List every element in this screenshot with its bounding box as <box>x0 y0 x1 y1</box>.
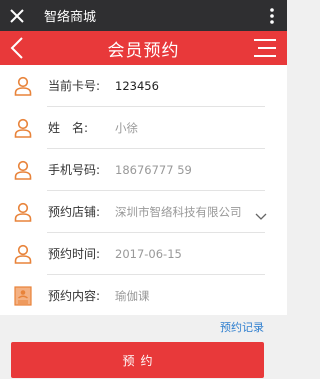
person-icon <box>0 233 45 275</box>
close-icon[interactable] <box>0 0 34 31</box>
person-icon <box>0 107 45 149</box>
back-arrow-icon[interactable] <box>4 35 30 61</box>
menu-icon[interactable] <box>253 38 277 58</box>
time-label: 预约时间: <box>48 247 101 262</box>
name-row: 姓 名: 小徐 <box>0 107 287 149</box>
submit-button[interactable]: 预约 <box>11 342 264 378</box>
time-input[interactable]: 2017-06-15 <box>115 247 287 261</box>
name-input[interactable]: 小徐 <box>115 120 287 136</box>
browser-title: 智络商城 <box>44 10 97 25</box>
more-options-icon[interactable] <box>257 0 287 31</box>
phone-label: 手机号码: <box>48 163 101 178</box>
chevron-down-icon[interactable] <box>255 206 267 225</box>
appointment-form: 当前卡号: 123456 姓 名: 小徐 手机号码: 18676777 59 预… <box>0 65 287 315</box>
page-title: 会员预约 <box>107 40 180 61</box>
content-input[interactable]: 瑜伽课 <box>115 288 287 304</box>
content-label: 预约内容: <box>48 289 101 304</box>
store-row: 预约店铺: 深圳市智络科技有限公司 <box>0 191 287 233</box>
phone-input[interactable]: 18676777 59 <box>115 163 287 177</box>
card-number-label: 当前卡号: <box>48 79 101 94</box>
wechat-top-bar: 智络商城 <box>0 0 287 31</box>
store-select[interactable]: 深圳市智络科技有限公司 <box>115 204 245 220</box>
card-number-value: 123456 <box>115 78 159 93</box>
time-row: 预约时间: 2017-06-15 <box>0 233 287 275</box>
card-number-row: 当前卡号: 123456 <box>0 65 287 107</box>
phone-row: 手机号码: 18676777 59 <box>0 149 287 191</box>
page-header: 会员预约 <box>0 31 287 65</box>
content-row: 预约内容: 瑜伽课 <box>0 275 287 317</box>
store-label: 预约店铺: <box>48 205 101 220</box>
person-icon <box>0 149 45 191</box>
document-icon <box>0 275 45 317</box>
person-icon <box>0 65 45 107</box>
name-label: 姓 名: <box>48 121 89 136</box>
appointment-record-link[interactable]: 预约记录 <box>220 319 264 335</box>
person-icon <box>0 191 45 233</box>
